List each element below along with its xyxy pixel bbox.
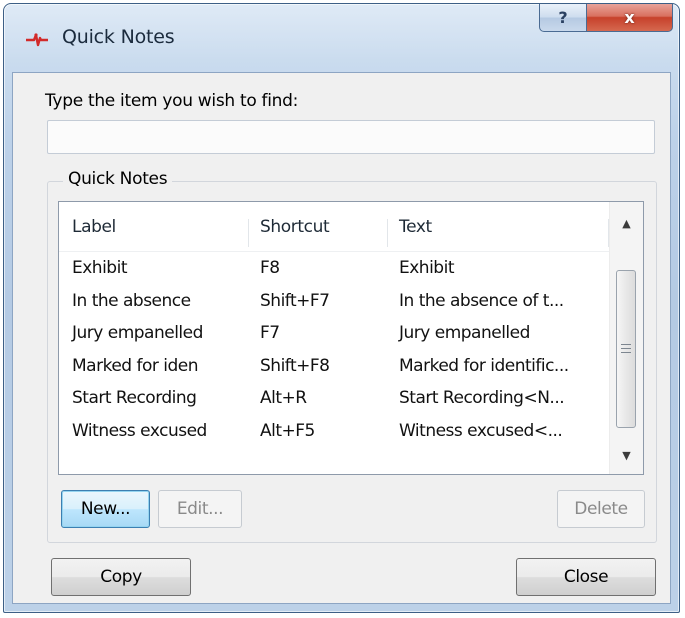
thumb-grip-line (621, 344, 631, 345)
row-shortcut: Alt+F5 (260, 420, 315, 441)
thumb-grip-line (621, 352, 631, 353)
row-label: Exhibit (72, 258, 127, 278)
row-shortcut: Alt+R (260, 388, 307, 409)
column-header-label[interactable]: Label (72, 217, 116, 237)
row-label: In the absence (72, 290, 191, 311)
column-header-text[interactable]: Text (399, 217, 432, 237)
groupbox-legend: Quick Notes (63, 169, 173, 189)
list-header: Label Shortcut Text (59, 202, 610, 252)
new-button[interactable]: New... (61, 490, 150, 528)
vertical-scrollbar[interactable]: ▲ ▼ (609, 202, 643, 474)
row-label: Witness excused (72, 420, 207, 441)
copy-button[interactable]: Copy (51, 558, 191, 596)
row-text: Marked for identific... (399, 355, 569, 376)
list-row[interactable]: In the absence Shift+F7 In the absence o… (59, 289, 610, 322)
dialog-client-area: Type the item you wish to find: Quick No… (12, 72, 671, 604)
row-text: Jury empanelled (399, 323, 530, 344)
edit-button[interactable]: Edit... (158, 490, 242, 528)
column-separator[interactable] (387, 219, 388, 247)
list-row[interactable]: Start Recording Alt+R Start Recording<N.… (59, 386, 610, 419)
header-divider (59, 251, 610, 252)
list-rows: Exhibit F8 Exhibit In the absence Shift+… (59, 256, 610, 452)
list-row[interactable]: Marked for iden Shift+F8 Marked for iden… (59, 354, 610, 387)
row-shortcut: F8 (260, 258, 280, 278)
quick-notes-window: Quick Notes ? x Type the item you wish t… (3, 3, 680, 613)
row-text: Exhibit (399, 258, 454, 278)
column-header-shortcut[interactable]: Shortcut (260, 217, 330, 237)
list-row[interactable]: Witness excused Alt+F5 Witness excused<.… (59, 419, 610, 452)
find-label: Type the item you wish to find: (45, 91, 299, 111)
quick-notes-list[interactable]: Label Shortcut Text Exhibit F8 Exhibit I… (58, 201, 644, 475)
title-bar[interactable]: Quick Notes ? x (4, 4, 679, 70)
row-shortcut: Shift+F8 (260, 355, 330, 376)
thumb-grip-line (621, 348, 631, 349)
delete-button[interactable]: Delete (557, 490, 645, 528)
column-separator[interactable] (248, 219, 249, 247)
row-label: Marked for iden (72, 355, 199, 376)
find-input[interactable] (47, 120, 655, 154)
scrollbar-thumb[interactable] (616, 270, 636, 428)
help-button[interactable]: ? (539, 4, 587, 32)
app-icon (24, 32, 50, 48)
row-shortcut: Shift+F7 (260, 290, 330, 311)
scroll-down-arrow-icon[interactable]: ▼ (610, 440, 643, 470)
list-row[interactable]: Exhibit F8 Exhibit (59, 256, 610, 289)
close-button[interactable]: Close (516, 558, 656, 596)
row-shortcut: F7 (260, 323, 280, 344)
row-text: Start Recording<N... (399, 388, 565, 409)
window-close-button[interactable]: x (587, 4, 673, 32)
list-row[interactable]: Jury empanelled F7 Jury empanelled (59, 321, 610, 354)
close-icon: x (624, 8, 635, 27)
row-text: Witness excused<... (399, 420, 563, 441)
help-icon: ? (558, 8, 568, 27)
row-text: In the absence of t... (399, 290, 564, 311)
row-label: Start Recording (72, 388, 197, 409)
window-title: Quick Notes (62, 26, 175, 48)
caption-buttons: ? x (539, 4, 673, 34)
scroll-up-arrow-icon[interactable]: ▲ (610, 208, 643, 238)
row-label: Jury empanelled (72, 323, 203, 344)
